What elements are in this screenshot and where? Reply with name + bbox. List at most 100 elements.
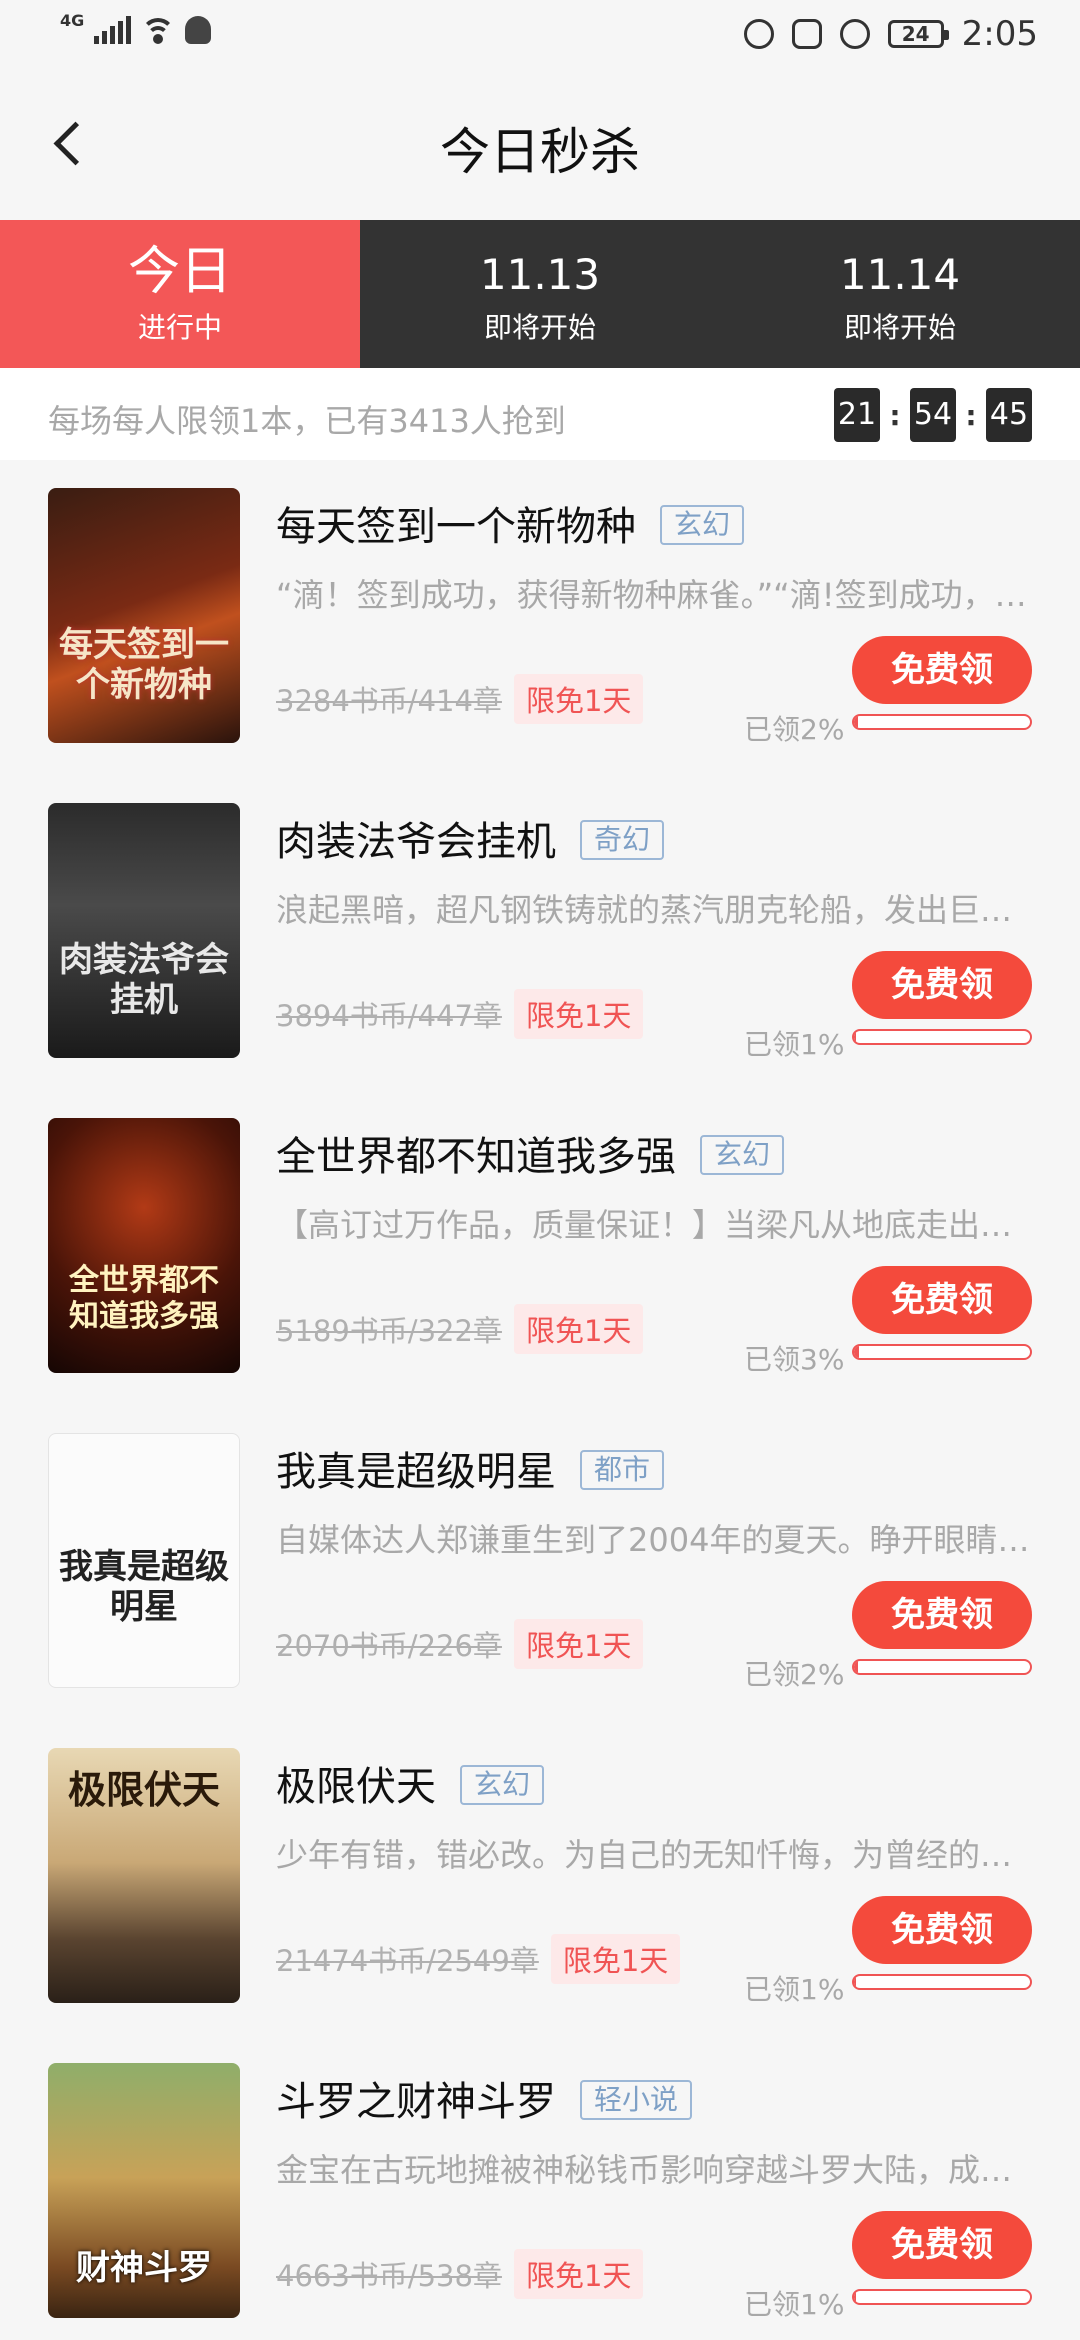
tab-title: 今日 [127, 242, 232, 302]
book-desc: 自媒体达人郑谦重生到了2004年的夏天。睁开眼睛的时候 [276, 1521, 1036, 1559]
free-badge: 限免1天 [513, 1304, 644, 1354]
book-item[interactable]: 我真是超级明星 我真是超级明星 都市 自媒体达人郑谦重生到了2004年的夏天。睁开… [0, 1405, 1080, 1720]
claim-button[interactable]: 免费领 [852, 1896, 1032, 1964]
claim-progress-fill [854, 1661, 858, 1673]
price-row: 21474书币/2549章 限免1天 [276, 1934, 681, 1984]
book-title-text: 斗罗之财神斗罗 [276, 2079, 556, 2125]
claimed-percent: 已领2% [744, 1658, 845, 1691]
tab-subtitle: 进行中 [137, 311, 222, 344]
price-row: 2070书币/226章 限免1天 [276, 1619, 644, 1669]
claim-progress [852, 2289, 1032, 2305]
book-title[interactable]: 全世界都不知道我多强 玄幻 [276, 1124, 785, 1182]
book-title[interactable]: 我真是超级明星 都市 [276, 1439, 665, 1497]
limit-info: 每场每人限领1本，已有3413人抢到 [48, 402, 566, 440]
tab-1113[interactable]: 11.13 即将开始 [360, 220, 720, 368]
claimed-percent: 已领1% [744, 1973, 845, 2006]
genre-tag: 玄幻 [700, 1135, 785, 1175]
book-title[interactable]: 斗罗之财神斗罗 轻小说 [276, 2069, 693, 2127]
claim-button[interactable]: 免费领 [852, 636, 1032, 704]
original-price: 4663书币/538章 [276, 2259, 502, 2293]
nav-bar: 今日秒杀 [0, 72, 1080, 220]
free-badge: 限免1天 [550, 1934, 681, 1984]
claim-progress-fill [854, 1976, 856, 1988]
tab-subtitle: 即将开始 [483, 311, 596, 344]
book-cover[interactable]: 全世界都不知道我多强 [48, 1118, 240, 1373]
genre-tag: 玄幻 [660, 505, 745, 545]
battery-level: 24 [901, 22, 930, 46]
book-list: 每天签到一个新物种 每天签到一个新物种 玄幻 “滴！签到成功，获得新物种麻雀。”“… [0, 460, 1080, 2340]
claimed-percent: 已领2% [744, 713, 845, 746]
book-desc: 浪起黑暗，超凡钢铁铸就的蒸汽朋克轮船，发出巨大的轰鸣 [276, 891, 1036, 929]
book-cover[interactable]: 肉装法爷会挂机 [48, 803, 240, 1058]
price-row: 3284书币/414章 限免1天 [276, 674, 644, 724]
free-badge: 限免1天 [513, 674, 644, 724]
timer-minutes: 54 [910, 388, 956, 442]
original-price: 3284书币/414章 [276, 684, 502, 718]
timer-separator: : [965, 398, 977, 432]
book-desc: 【高订过万作品，质量保证！】当梁凡从地底走出来的时候 [276, 1206, 1036, 1244]
network-label: 4G [60, 10, 85, 30]
tab-1114[interactable]: 11.14 即将开始 [720, 220, 1080, 368]
tab-title: 11.13 [479, 250, 601, 299]
claim-button[interactable]: 免费领 [852, 951, 1032, 1019]
info-bar: 每场每人限领1本，已有3413人抢到 21 : 54 : 45 [0, 368, 1080, 460]
app-notification-icon [185, 16, 212, 44]
tab-today[interactable]: 今日 进行中 [0, 220, 360, 384]
genre-tag: 玄幻 [460, 1765, 545, 1805]
book-cover[interactable]: 财神斗罗 [48, 2063, 240, 2318]
book-title-text: 全世界都不知道我多强 [276, 1134, 676, 1180]
book-item[interactable]: 每天签到一个新物种 每天签到一个新物种 玄幻 “滴！签到成功，获得新物种麻雀。”“… [0, 460, 1080, 775]
claim-progress [852, 1974, 1032, 1990]
price-row: 4663书币/538章 限免1天 [276, 2249, 644, 2299]
cover-title: 每天签到一个新物种 [59, 625, 229, 705]
cover-title: 我真是超级明星 [59, 1547, 229, 1627]
free-badge: 限免1天 [513, 2249, 644, 2299]
cover-title: 全世界都不知道我多强 [69, 1263, 219, 1334]
cover-title: 肉装法爷会挂机 [59, 940, 229, 1020]
claimed-percent: 已领1% [744, 1028, 845, 1061]
battery-icon: 24 [887, 20, 949, 48]
claim-progress [852, 1659, 1032, 1675]
timer-hours: 21 [834, 388, 880, 442]
free-badge: 限免1天 [513, 1619, 644, 1669]
book-desc: 少年有错，错必改。为自己的无知忏悔，为曾经的过错赎罪 [276, 1836, 1036, 1874]
tab-subtitle: 即将开始 [843, 311, 956, 344]
claim-progress [852, 1344, 1032, 1360]
book-title[interactable]: 极限伏天 玄幻 [276, 1754, 545, 1812]
claimed-percent: 已领3% [744, 1343, 845, 1376]
book-cover[interactable]: 极限伏天 [48, 1748, 240, 2003]
timer-seconds: 45 [986, 388, 1032, 442]
clock: 2:05 [961, 14, 1038, 54]
claim-progress-fill [854, 2291, 856, 2303]
claim-progress [852, 714, 1032, 730]
book-item[interactable]: 肉装法爷会挂机 肉装法爷会挂机 奇幻 浪起黑暗，超凡钢铁铸就的蒸汽朋克轮船，发出巨… [0, 775, 1080, 1090]
claim-button[interactable]: 免费领 [852, 1581, 1032, 1649]
claim-button[interactable]: 免费领 [852, 1266, 1032, 1334]
countdown-timer: 21 : 54 : 45 [834, 388, 1032, 442]
book-title-text: 肉装法爷会挂机 [276, 819, 556, 865]
book-item[interactable]: 全世界都不知道我多强 全世界都不知道我多强 玄幻 【高订过万作品，质量保证！】当梁… [0, 1090, 1080, 1405]
status-right: 24 2:05 [743, 14, 1038, 54]
cover-title: 财神斗罗 [76, 2248, 212, 2288]
alarm-icon [839, 19, 870, 49]
original-price: 2070书币/226章 [276, 1629, 502, 1663]
timer-separator: : [889, 398, 901, 432]
session-tabs: 今日 进行中 11.13 即将开始 11.14 即将开始 [0, 220, 1080, 384]
status-bar: 4G 24 2:05 [0, 0, 1080, 72]
free-badge: 限免1天 [513, 989, 644, 1039]
book-title[interactable]: 每天签到一个新物种 玄幻 [276, 494, 745, 552]
genre-tag: 奇幻 [580, 820, 665, 860]
book-title[interactable]: 肉装法爷会挂机 奇幻 [276, 809, 665, 867]
book-item[interactable]: 财神斗罗 斗罗之财神斗罗 轻小说 金宝在古玩地摊被神秘钱币影响穿越斗罗大陆，成为了… [0, 2035, 1080, 2340]
price-row: 5189书币/322章 限免1天 [276, 1304, 644, 1354]
book-cover[interactable]: 每天签到一个新物种 [48, 488, 240, 743]
claimed-percent: 已领1% [744, 2288, 845, 2321]
claim-button[interactable]: 免费领 [852, 2211, 1032, 2279]
book-title-text: 极限伏天 [276, 1764, 436, 1810]
book-cover[interactable]: 我真是超级明星 [48, 1433, 240, 1688]
status-left: 4G [60, 11, 212, 44]
page-title: 今日秒杀 [440, 123, 640, 181]
book-item[interactable]: 极限伏天 极限伏天 玄幻 少年有错，错必改。为自己的无知忏悔，为曾经的过错赎罪 2… [0, 1720, 1080, 2035]
original-price: 21474书币/2549章 [276, 1944, 539, 1978]
original-price: 3894书币/447章 [276, 999, 502, 1033]
